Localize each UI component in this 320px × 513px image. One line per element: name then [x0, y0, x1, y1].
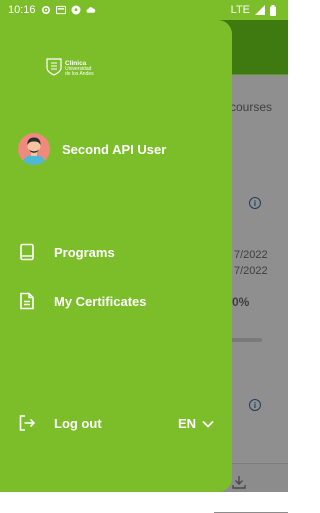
document-icon	[18, 292, 36, 310]
status-bar-right: LTE	[231, 4, 280, 16]
book-icon	[18, 243, 36, 261]
language-selector[interactable]: EN	[178, 416, 214, 431]
status-time: 10:16	[8, 4, 36, 16]
status-bar: 10:16 LTE	[0, 0, 288, 20]
logo-text: Clinica Universidad de los Andes	[65, 61, 94, 78]
info-icon[interactable]: i	[249, 197, 261, 209]
navigation-drawer: Clinica Universidad de los Andes Second …	[0, 20, 232, 492]
user-profile[interactable]: Second API User	[18, 133, 166, 165]
language-value: EN	[178, 416, 197, 431]
progress-label: 0%	[232, 295, 250, 309]
user-name: Second API User	[62, 141, 167, 157]
chevron-down-icon	[202, 416, 214, 431]
menu-item-label: My Certificates	[54, 293, 147, 309]
battery-icon	[270, 5, 280, 16]
logout-icon	[18, 414, 36, 432]
download-icon[interactable]	[232, 475, 246, 489]
menu-item-certificates[interactable]: My Certificates	[18, 292, 146, 310]
logo-emblem-icon	[46, 58, 62, 81]
status-bar-left: 10:16	[8, 4, 96, 16]
card-icon	[55, 5, 66, 15]
menu-item-programs[interactable]: Programs	[18, 243, 115, 261]
logout-button[interactable]: Log out	[18, 414, 102, 432]
signal-icon	[255, 5, 265, 15]
settings-icon	[41, 5, 51, 15]
courses-label: courses	[230, 100, 273, 114]
cloud-icon	[85, 5, 96, 15]
menu-item-label: Programs	[54, 244, 115, 260]
soccer-ball-icon	[71, 5, 81, 15]
network-label: LTE	[230, 4, 250, 16]
date-label: 7/2022	[234, 249, 268, 261]
logout-label: Log out	[54, 415, 102, 431]
system-navigation-bar	[0, 492, 288, 512]
logo-line-3: de los Andes	[65, 71, 94, 78]
avatar	[18, 133, 50, 165]
info-icon[interactable]: i	[249, 399, 261, 411]
clinic-logo: Clinica Universidad de los Andes	[46, 58, 94, 81]
date-label: 7/2022	[234, 265, 268, 277]
